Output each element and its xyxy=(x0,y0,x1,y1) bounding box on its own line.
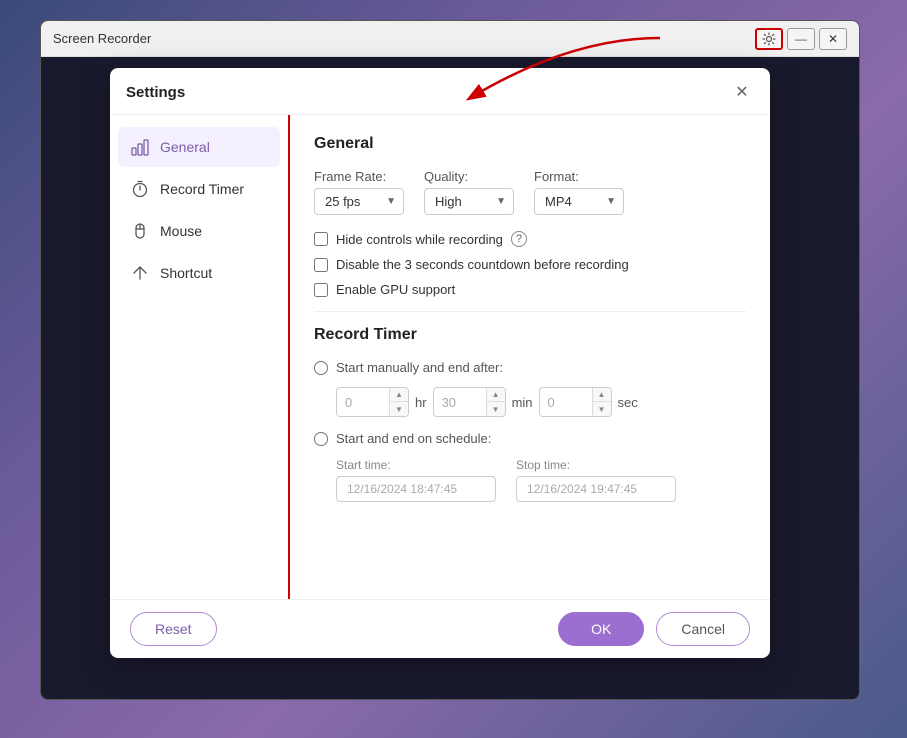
minimize-button[interactable]: — xyxy=(787,28,815,50)
timer-icon xyxy=(130,179,150,199)
stop-time-input[interactable] xyxy=(516,476,676,502)
frame-rate-field: Frame Rate: 15 fps 20 fps 25 fps 30 fps … xyxy=(314,169,404,215)
sidebar: General Record Timer xyxy=(110,115,290,599)
hours-down-button[interactable]: ▼ xyxy=(390,402,408,416)
disable-countdown-row: Disable the 3 seconds countdown before r… xyxy=(314,257,746,272)
hr-label: hr xyxy=(415,395,427,410)
sec-label: sec xyxy=(618,395,638,410)
start-schedule-row: Start and end on schedule: xyxy=(314,431,746,446)
bar-chart-icon xyxy=(130,137,150,157)
ok-button[interactable]: OK xyxy=(558,612,644,646)
help-icon[interactable]: ? xyxy=(511,231,527,247)
start-time-input[interactable] xyxy=(336,476,496,502)
sidebar-item-general[interactable]: General xyxy=(118,127,280,167)
quality-label: Quality: xyxy=(424,169,514,184)
shortcut-icon xyxy=(130,263,150,283)
start-manually-label: Start manually and end after: xyxy=(336,360,503,375)
dialog-title: Settings xyxy=(126,84,185,101)
cancel-button[interactable]: Cancel xyxy=(656,612,750,646)
sidebar-item-mouse[interactable]: Mouse xyxy=(118,211,280,251)
dialog-footer: Reset OK Cancel xyxy=(110,599,770,658)
format-label: Format: xyxy=(534,169,624,184)
start-schedule-label: Start and end on schedule: xyxy=(336,431,491,446)
hours-up-button[interactable]: ▲ xyxy=(390,388,408,402)
sidebar-label-shortcut: Shortcut xyxy=(160,265,212,281)
settings-dialog: Settings ✕ General xyxy=(110,68,770,658)
stop-time-field: Stop time: xyxy=(516,458,676,502)
start-manually-row: Start manually and end after: xyxy=(314,360,746,375)
enable-gpu-checkbox[interactable] xyxy=(314,283,328,297)
hours-input-wrapper: ▲ ▼ xyxy=(336,387,409,417)
minutes-input-wrapper: ▲ ▼ xyxy=(433,387,506,417)
record-timer-title: Record Timer xyxy=(314,326,746,344)
enable-gpu-row: Enable GPU support xyxy=(314,282,746,297)
settings-button[interactable] xyxy=(755,28,783,50)
mouse-icon xyxy=(130,221,150,241)
sidebar-label-record-timer: Record Timer xyxy=(160,181,244,197)
sidebar-item-record-timer[interactable]: Record Timer xyxy=(118,169,280,209)
sidebar-label-general: General xyxy=(160,139,210,155)
sidebar-label-mouse: Mouse xyxy=(160,223,202,239)
app-titlebar: Screen Recorder — ✕ xyxy=(41,21,859,57)
dialog-close-button[interactable]: ✕ xyxy=(730,80,754,104)
titlebar-controls: — ✕ xyxy=(755,28,847,50)
enable-gpu-label: Enable GPU support xyxy=(336,282,455,297)
start-time-field: Start time: xyxy=(336,458,496,502)
minutes-input[interactable] xyxy=(434,390,486,415)
divider xyxy=(314,311,746,312)
frame-rate-select[interactable]: 15 fps 20 fps 25 fps 30 fps 60 fps xyxy=(314,188,404,215)
disable-countdown-checkbox[interactable] xyxy=(314,258,328,272)
frame-rate-label: Frame Rate: xyxy=(314,169,404,184)
quality-field: Quality: Low Medium High ▼ xyxy=(424,169,514,215)
footer-right: OK Cancel xyxy=(558,612,750,646)
general-section-title: General xyxy=(314,135,746,153)
sidebar-item-shortcut[interactable]: Shortcut xyxy=(118,253,280,293)
hours-spinner: ▲ ▼ xyxy=(389,388,408,416)
format-select[interactable]: MP4 MOV AVI GIF xyxy=(534,188,624,215)
disable-countdown-label: Disable the 3 seconds countdown before r… xyxy=(336,257,629,272)
seconds-input[interactable] xyxy=(540,390,592,415)
dialog-body: General Record Timer xyxy=(110,115,770,599)
hide-controls-label: Hide controls while recording xyxy=(336,232,503,247)
schedule-row: Start time: Stop time: xyxy=(336,458,746,502)
frame-rate-select-wrapper: 15 fps 20 fps 25 fps 30 fps 60 fps ▼ xyxy=(314,188,404,215)
reset-button[interactable]: Reset xyxy=(130,612,217,646)
quality-select[interactable]: Low Medium High xyxy=(424,188,514,215)
start-schedule-radio[interactable] xyxy=(314,432,328,446)
format-field: Format: MP4 MOV AVI GIF ▼ xyxy=(534,169,624,215)
start-manually-radio[interactable] xyxy=(314,361,328,375)
min-label: min xyxy=(512,395,533,410)
hide-controls-row: Hide controls while recording ? xyxy=(314,231,746,247)
minutes-spinner: ▲ ▼ xyxy=(486,388,505,416)
app-title: Screen Recorder xyxy=(53,31,151,46)
time-inputs-row: ▲ ▼ hr ▲ ▼ min xyxy=(336,387,746,417)
seconds-down-button[interactable]: ▼ xyxy=(593,402,611,416)
record-timer-section: Record Timer Start manually and end afte… xyxy=(314,326,746,502)
dialog-titlebar: Settings ✕ xyxy=(110,68,770,115)
seconds-input-wrapper: ▲ ▼ xyxy=(539,387,612,417)
close-button[interactable]: ✕ xyxy=(819,28,847,50)
format-options-row: Frame Rate: 15 fps 20 fps 25 fps 30 fps … xyxy=(314,169,746,215)
hours-input[interactable] xyxy=(337,390,389,415)
format-select-wrapper: MP4 MOV AVI GIF ▼ xyxy=(534,188,624,215)
stop-time-label: Stop time: xyxy=(516,458,676,472)
seconds-spinner: ▲ ▼ xyxy=(592,388,611,416)
seconds-up-button[interactable]: ▲ xyxy=(593,388,611,402)
hide-controls-checkbox[interactable] xyxy=(314,232,328,246)
schedule-section: Start time: Stop time: xyxy=(336,458,746,502)
start-time-label: Start time: xyxy=(336,458,496,472)
minutes-down-button[interactable]: ▼ xyxy=(487,402,505,416)
minutes-up-button[interactable]: ▲ xyxy=(487,388,505,402)
quality-select-wrapper: Low Medium High ▼ xyxy=(424,188,514,215)
main-content: General Frame Rate: 15 fps 20 fps 25 fps… xyxy=(290,115,770,599)
